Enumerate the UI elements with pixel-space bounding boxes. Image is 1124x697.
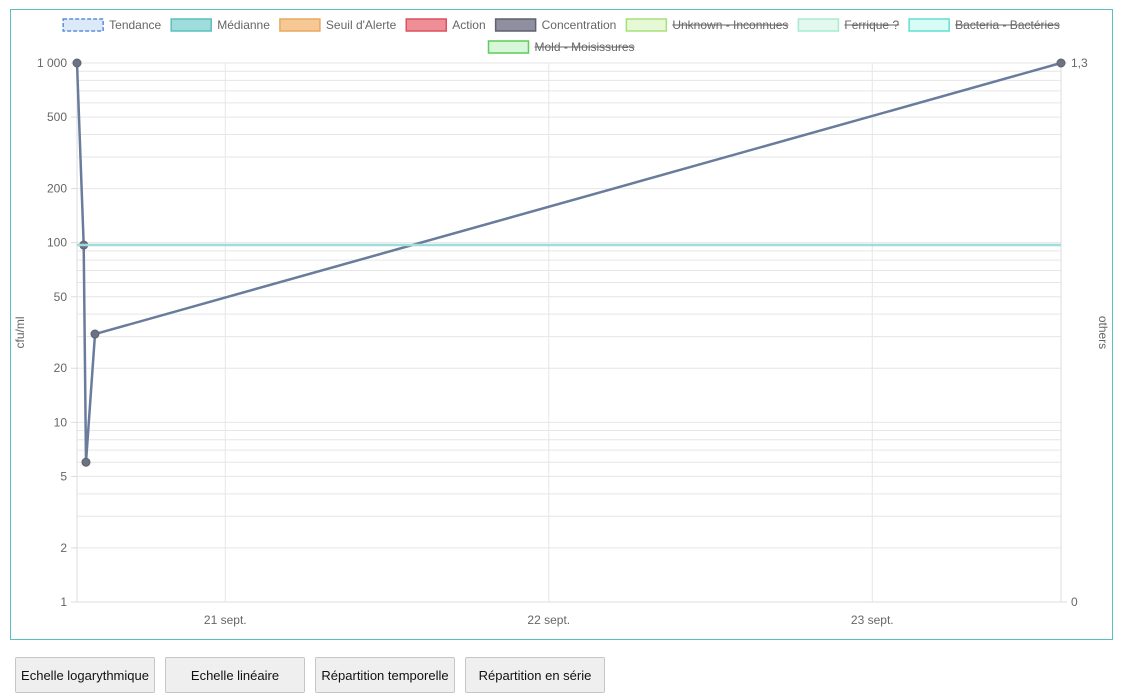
y-tick-label: 100 bbox=[47, 236, 67, 250]
y-tick-label: 500 bbox=[47, 110, 67, 124]
y-axis-title-left: cfu/ml bbox=[13, 316, 27, 348]
y-tick-label: 10 bbox=[54, 415, 68, 429]
legend-swatch bbox=[797, 18, 840, 32]
series-distribution-button[interactable]: Répartition en série bbox=[465, 657, 605, 693]
legend-swatch bbox=[494, 18, 537, 32]
legend-label: Médianne bbox=[217, 18, 270, 32]
legend-swatch bbox=[279, 18, 321, 32]
data-point bbox=[81, 457, 91, 467]
legend-swatch bbox=[625, 18, 668, 32]
legend-swatch bbox=[908, 18, 950, 32]
y-right-tick-label: 1,3 bbox=[1071, 56, 1088, 70]
series-line-concentration bbox=[75, 61, 1062, 464]
y-tick-label: 1 000 bbox=[37, 56, 67, 70]
data-point bbox=[1056, 58, 1066, 68]
y-axis-title-right: others bbox=[1096, 316, 1110, 349]
x-tick-label: 22 sept. bbox=[527, 613, 570, 627]
chart-container: 1 2 5 10 20 50 100 200 500 1 000 0 1,3 21 sept. 22 se… bbox=[10, 9, 1113, 640]
y-tick-label: 2 bbox=[60, 541, 67, 555]
legend-swatch bbox=[62, 18, 104, 32]
y-right-tick-label: 0 bbox=[1071, 595, 1078, 609]
y-tick-label: 200 bbox=[47, 182, 67, 196]
linear-scale-button[interactable]: Echelle linéaire bbox=[165, 657, 305, 693]
y-tick-label: 1 bbox=[60, 595, 67, 609]
y-tick-label: 50 bbox=[54, 290, 68, 304]
chart-canvas: 1 2 5 10 20 50 100 200 500 1 000 0 1,3 21 sept. 22 se… bbox=[13, 18, 1110, 627]
y-tick-label: 5 bbox=[60, 469, 67, 483]
scale-button-row: Echelle logarythmique Echelle linéaire R… bbox=[15, 657, 605, 693]
legend-swatch bbox=[170, 18, 212, 32]
log-scale-button[interactable]: Echelle logarythmique bbox=[15, 657, 155, 693]
data-point bbox=[90, 329, 100, 339]
legend-swatch bbox=[487, 40, 530, 54]
legend-label: Concentration bbox=[542, 18, 617, 32]
time-distribution-button[interactable]: Répartition temporelle bbox=[315, 657, 455, 693]
data-point bbox=[72, 58, 82, 68]
x-tick-label: 23 sept. bbox=[851, 613, 894, 627]
y-tick-label: 20 bbox=[54, 361, 68, 375]
legend-label: Action bbox=[452, 18, 485, 32]
x-tick-label: 21 sept. bbox=[204, 613, 247, 627]
legend-swatch bbox=[405, 18, 448, 32]
legend-label: Tendance bbox=[109, 18, 161, 32]
legend-label: Seuil d'Alerte bbox=[326, 18, 397, 32]
